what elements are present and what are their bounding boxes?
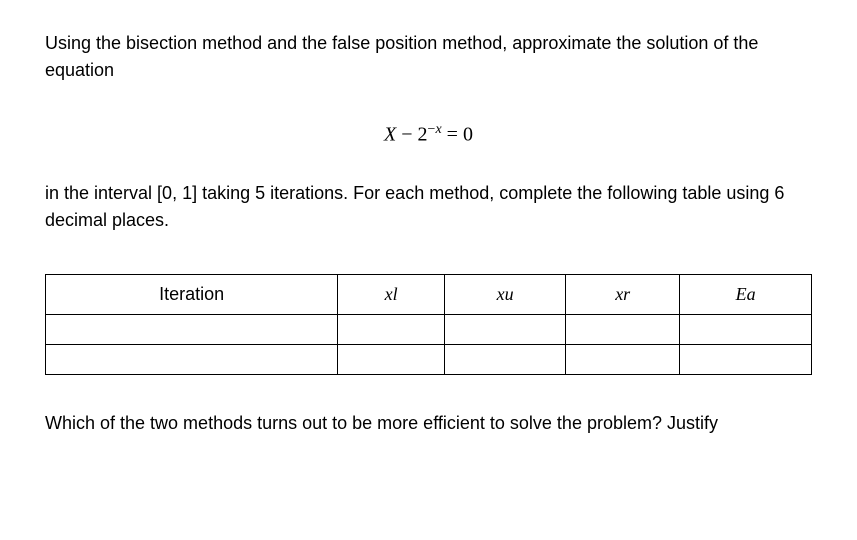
cell-ea — [680, 314, 812, 344]
cell-xl — [338, 314, 445, 344]
header-ea: Ea — [680, 274, 812, 314]
intro-paragraph: Using the bisection method and the false… — [45, 30, 812, 84]
table-header-row: Iteration xl xu xr Ea — [46, 274, 812, 314]
cell-xu — [445, 344, 566, 374]
equation: X − 2−x = 0 — [45, 119, 812, 150]
header-xr: xr — [566, 274, 680, 314]
header-iteration: Iteration — [46, 274, 338, 314]
cell-xr — [566, 314, 680, 344]
table-row — [46, 314, 812, 344]
equation-base: 2 — [418, 124, 428, 146]
question-paragraph: Which of the two methods turns out to be… — [45, 410, 812, 437]
cell-iteration — [46, 344, 338, 374]
cell-ea — [680, 344, 812, 374]
instruction-paragraph: in the interval [0, 1] taking 5 iteratio… — [45, 180, 812, 234]
equation-var-X: X — [384, 124, 396, 146]
table-row — [46, 344, 812, 374]
cell-iteration — [46, 314, 338, 344]
header-xu: xu — [445, 274, 566, 314]
cell-xu — [445, 314, 566, 344]
header-xl: xl — [338, 274, 445, 314]
cell-xr — [566, 344, 680, 374]
iteration-table: Iteration xl xu xr Ea — [45, 274, 812, 375]
cell-xl — [338, 344, 445, 374]
equation-equals-zero: = 0 — [442, 124, 473, 146]
equation-minus: − — [396, 124, 417, 146]
